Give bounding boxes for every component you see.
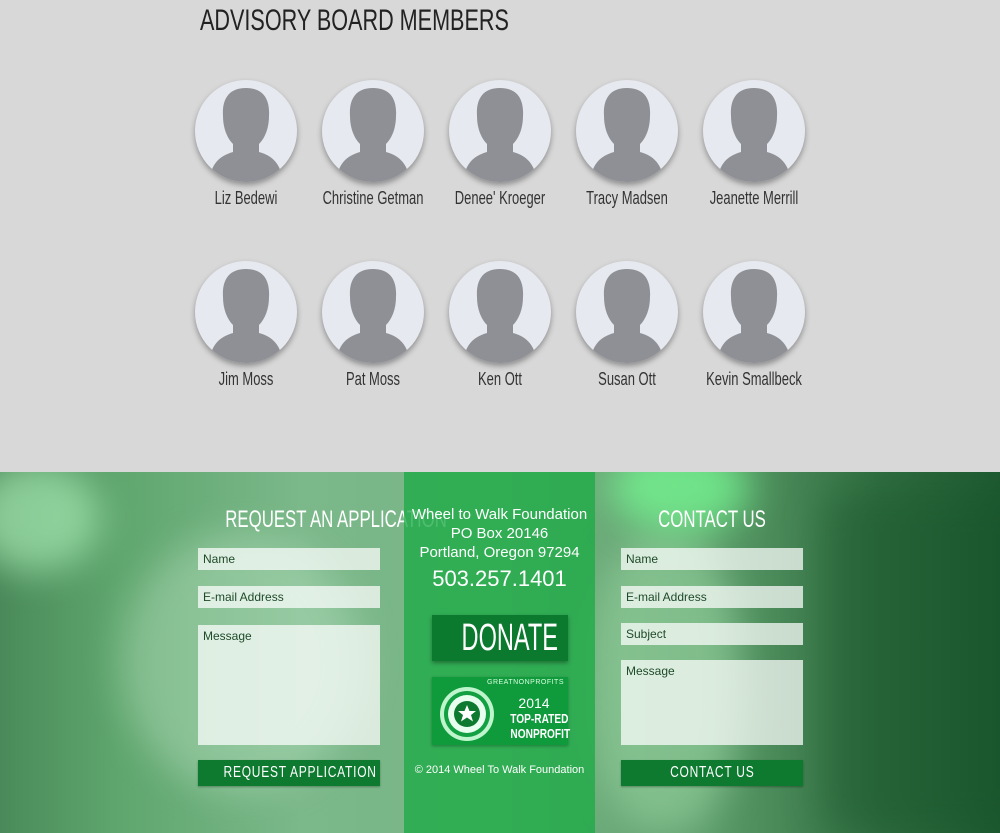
advisory-member-name: Jeanette Merrill: [709, 188, 799, 208]
request-message-field[interactable]: [198, 625, 380, 745]
copyright: © 2014 Wheel To Walk Foundation: [414, 764, 585, 776]
contact-name-field[interactable]: [621, 548, 803, 570]
advisory-member-name: Susan Ott: [598, 369, 656, 389]
avatar: [703, 80, 805, 182]
request-name-field[interactable]: [198, 548, 380, 570]
person-silhouette-icon: [463, 269, 537, 363]
request-email-field[interactable]: [198, 586, 380, 608]
avatar: [322, 80, 424, 182]
advisory-member-name: Christine Getman: [322, 188, 424, 208]
contact-email-field[interactable]: [621, 586, 803, 608]
badge-year: 2014: [518, 695, 550, 711]
contact-subject-field[interactable]: [621, 623, 803, 645]
request-application-title: REQUEST AN APPLICATION: [225, 506, 447, 533]
person-silhouette-icon: [463, 88, 537, 182]
advisory-member-name: Tracy Madsen: [586, 188, 668, 208]
top-rated-nonprofit-badge[interactable]: GREATNONPROFITS 2014 TOP-RATED NONPROFIT: [432, 677, 570, 745]
donate-button[interactable]: DONATE: [432, 615, 568, 661]
background-dark-right: [820, 492, 1000, 832]
person-silhouette-icon: [590, 88, 664, 182]
avatar: [449, 80, 551, 182]
advisory-member-name: Jim Moss: [218, 369, 274, 389]
person-silhouette-icon: [336, 88, 410, 182]
person-silhouette-icon: [717, 88, 791, 182]
avatar: [449, 261, 551, 363]
footer-section: REQUEST AN APPLICATION REQUEST APPLICATI…: [0, 472, 1000, 833]
person-silhouette-icon: [717, 269, 791, 363]
badge-brand: GREATNONPROFITS: [487, 679, 564, 686]
po-box: PO Box 20146: [450, 525, 549, 542]
avatar: [195, 261, 297, 363]
advisory-member-name: Kevin Smallbeck: [706, 369, 802, 389]
contact-us-button[interactable]: CONTACT US: [621, 760, 803, 786]
advisory-board-section: ADVISORY BOARD MEMBERS Liz Bedewi Christi…: [0, 0, 1000, 472]
advisory-member-name: Ken Ott: [478, 369, 522, 389]
person-silhouette-icon: [209, 269, 283, 363]
contact-us-title: CONTACT US: [658, 506, 766, 533]
background-light-blob: [0, 472, 100, 572]
person-silhouette-icon: [209, 88, 283, 182]
advisory-member-name: Liz Bedewi: [214, 188, 278, 208]
avatar: [322, 261, 424, 363]
request-application-button-label: REQUEST APPLICATION: [223, 764, 377, 781]
avatar: [576, 80, 678, 182]
avatar: [703, 261, 805, 363]
avatar: [195, 80, 297, 182]
advisory-board-title: ADVISORY BOARD MEMBERS: [200, 4, 509, 37]
contact-us-button-label: CONTACT US: [669, 764, 755, 781]
city-address: Portland, Oregon 97294: [419, 544, 580, 561]
request-application-button[interactable]: REQUEST APPLICATION: [198, 760, 380, 786]
badge-line1-text: TOP-RATED: [510, 711, 569, 726]
person-silhouette-icon: [590, 269, 664, 363]
avatar: [576, 261, 678, 363]
donate-button-label: DONATE: [461, 617, 558, 659]
phone-number[interactable]: 503.257.1401: [404, 566, 595, 592]
contact-message-field[interactable]: [621, 660, 803, 745]
badge-line1: TOP-RATED: [502, 711, 569, 726]
advisory-member-name: Pat Moss: [345, 369, 401, 389]
advisory-member-name: Denee' Kroeger: [454, 188, 546, 208]
seal-icon: [440, 687, 494, 741]
badge-line2: NONPROFIT: [502, 726, 570, 741]
org-name: Wheel to Walk Foundation: [411, 506, 588, 523]
badge-line2-text: NONPROFIT: [510, 726, 571, 741]
person-silhouette-icon: [336, 269, 410, 363]
